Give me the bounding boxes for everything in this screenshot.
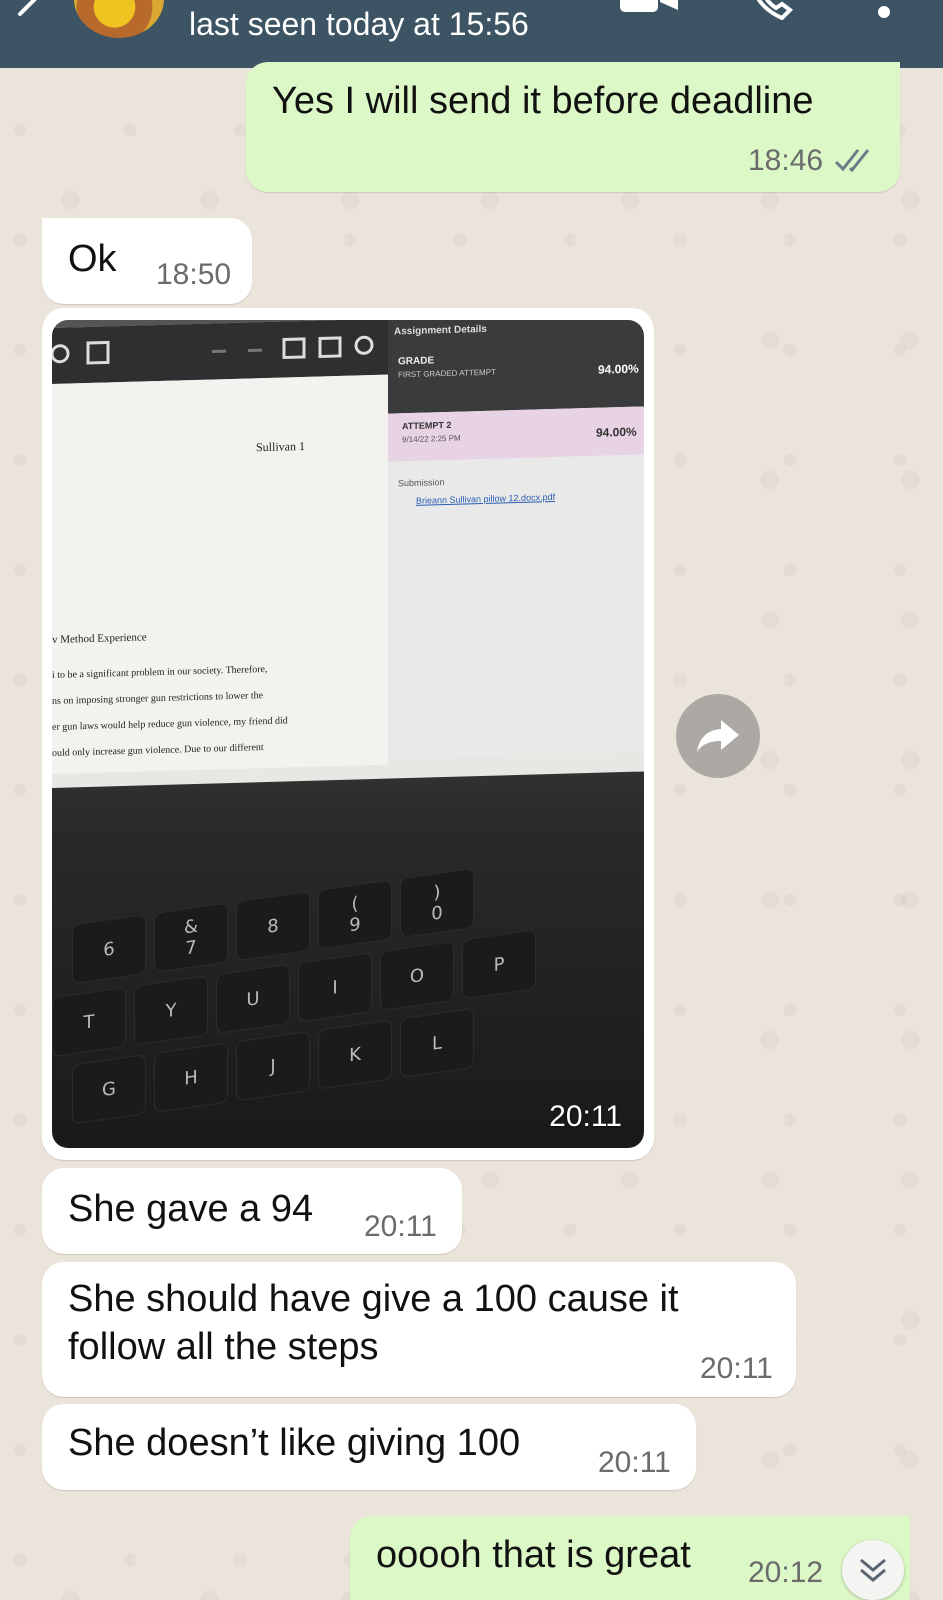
back-arrow-icon[interactable] (10, 0, 50, 22)
message-text: Ok (68, 238, 117, 280)
message-time: 20:11 (549, 1100, 622, 1133)
photo-key: G (72, 1053, 146, 1125)
photo-attempt-label: ATTEMPT 2 (402, 419, 452, 432)
scroll-down-button[interactable] (842, 1540, 904, 1600)
photo-first-attempt-label: FIRST GRADED ATTEMPT (398, 367, 496, 380)
photo-pdf-toolbar (52, 320, 388, 384)
menu-dots-icon[interactable] (878, 6, 890, 18)
photo-key: 8 (236, 890, 310, 962)
message-time: 18:50 (156, 258, 232, 291)
forward-button[interactable] (676, 694, 760, 778)
last-seen-status[interactable]: last seen today at 15:56 (189, 6, 529, 43)
photo-doc-line: i to be a significant problem in our soc… (52, 663, 268, 681)
message-time: 20:12 (748, 1556, 824, 1589)
phone-icon[interactable] (752, 0, 796, 20)
message-time: 18:46 (748, 144, 824, 177)
photo-key: L (400, 1007, 474, 1079)
photo-key: P (462, 929, 536, 1000)
photo-key: H (154, 1042, 228, 1113)
photo-doc-header: Sullivan 1 (256, 438, 306, 455)
message-text: She gave a 94 (68, 1188, 314, 1230)
message-time: 20:11 (364, 1210, 437, 1243)
message-incoming-photo[interactable]: Sullivan 1 v Method Experience i to be a… (42, 308, 654, 1160)
photo-keyboard: 6 & 7 8 ( 9 ) 0 T Y U I O P G H J K L (52, 729, 644, 1148)
photo-key: U (216, 963, 290, 1035)
photo-attempt-value: 94.00% (596, 424, 637, 440)
message-text: She doesn’t like giving 100 (68, 1422, 521, 1464)
photo-attempt-date: 9/14/22 2:25 PM (402, 433, 461, 445)
photo-doc-line: ns on imposing stronger gun restrictions… (52, 690, 264, 707)
message-incoming[interactable]: She doesn’t like giving 100 20:11 (42, 1404, 696, 1490)
message-incoming[interactable]: Ok 18:50 (42, 218, 252, 304)
photo-key: 6 (72, 913, 146, 985)
photo-grade-label: GRADE (398, 355, 435, 368)
photo-key: K (318, 1019, 392, 1090)
photo-assignment-panel: Assignment Details GRADE FIRST GRADED AT… (388, 320, 644, 759)
message-text: follow all the steps (68, 1326, 379, 1368)
photo-doc-line: v Method Experience (52, 631, 147, 646)
message-incoming[interactable]: She should have give a 100 cause it foll… (42, 1262, 796, 1397)
photo-file-name: Brieann Sullivan pillow 12.docx.pdf (416, 491, 556, 506)
photo-document-page: Sullivan 1 v Method Experience i to be a… (52, 374, 388, 774)
photo-key: ) 0 (400, 867, 474, 939)
message-time: 20:11 (700, 1352, 773, 1385)
attached-photo[interactable]: Sullivan 1 v Method Experience i to be a… (52, 320, 644, 1148)
photo-grade-value: 94.00% (598, 361, 639, 377)
message-time: 20:11 (598, 1446, 671, 1479)
photo-attempt-row: ATTEMPT 2 9/14/22 2:25 PM 94.00% (388, 406, 644, 462)
contact-avatar[interactable] (72, 0, 166, 40)
scroll-down-icon (860, 1558, 886, 1582)
message-incoming[interactable]: She gave a 94 20:11 (42, 1168, 462, 1254)
photo-key: T (52, 986, 126, 1058)
video-call-icon[interactable] (620, 0, 678, 18)
message-outgoing[interactable]: Yes I will send it before deadline 18:46 (246, 62, 900, 192)
photo-key: & 7 (154, 902, 228, 973)
photo-grade-header: Assignment Details GRADE FIRST GRADED AT… (388, 320, 644, 414)
photo-doc-line: er gun laws would help reduce gun violen… (52, 715, 288, 733)
photo-key: Y (134, 975, 208, 1046)
photo-key: I (298, 952, 372, 1023)
double-check-icon (834, 149, 870, 173)
photo-doc-line: ould only increase gun violence. Due to … (52, 742, 264, 759)
forward-icon (697, 720, 739, 752)
chat-header: last seen today at 15:56 (0, 0, 943, 68)
photo-key: O (380, 940, 454, 1012)
photo-key: J (236, 1030, 310, 1102)
message-text: ooooh that is great (376, 1534, 691, 1576)
photo-submission-label: Submission (398, 477, 445, 489)
message-text: She should have give a 100 cause it (68, 1278, 679, 1320)
message-outgoing[interactable]: ooooh that is great 20:12 (350, 1516, 910, 1600)
photo-panel-title: Assignment Details (394, 323, 487, 338)
message-text: Yes I will send it before deadline (272, 80, 814, 122)
photo-key: ( 9 (318, 879, 392, 950)
photo-laptop-screen: Sullivan 1 v Method Experience i to be a… (52, 320, 644, 788)
